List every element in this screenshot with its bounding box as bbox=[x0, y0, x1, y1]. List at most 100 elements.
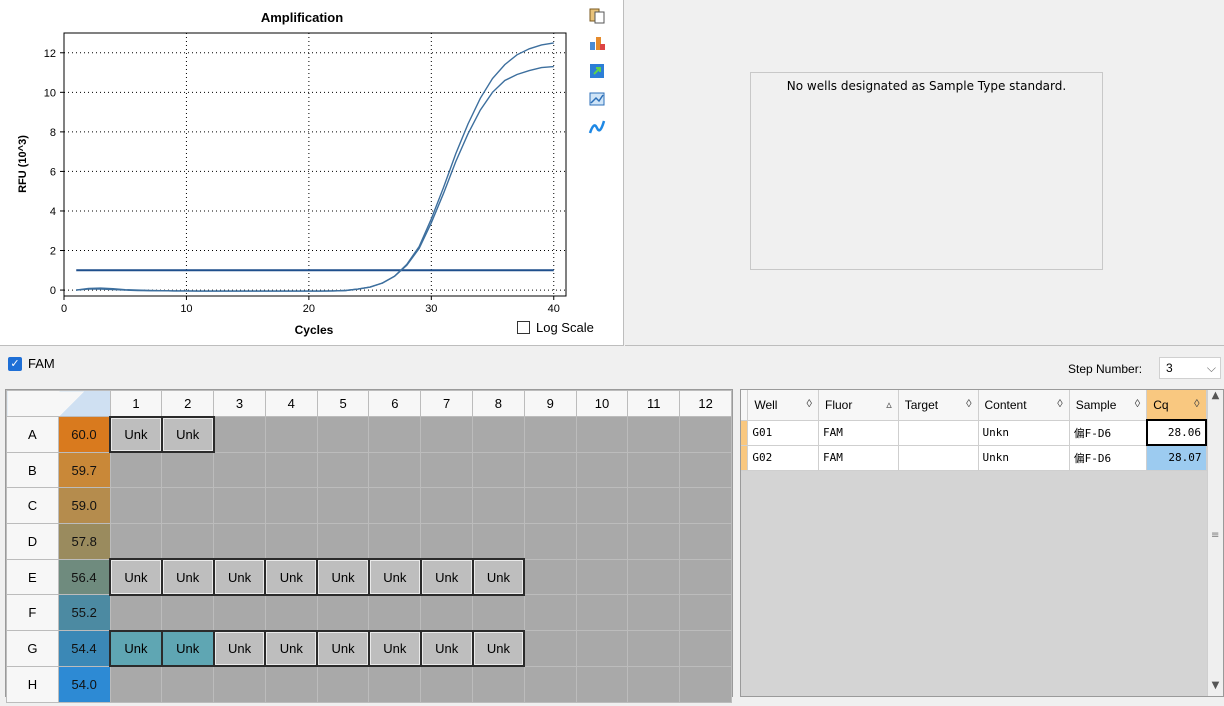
column-header-cq[interactable]: Cq ◊ bbox=[1146, 390, 1207, 421]
cell-fluor[interactable]: FAM bbox=[818, 445, 899, 471]
analysis-icon[interactable] bbox=[588, 118, 606, 136]
plate-well[interactable] bbox=[316, 665, 370, 703]
export-icon[interactable] bbox=[588, 34, 606, 52]
plate-well[interactable]: Unk bbox=[316, 558, 370, 596]
column-header-fluor[interactable]: Fluor ▵ bbox=[818, 390, 899, 421]
fluor-toggle[interactable]: ✓ FAM bbox=[8, 356, 55, 371]
plate-well[interactable] bbox=[316, 523, 370, 560]
cell-fluor[interactable]: FAM bbox=[818, 420, 899, 446]
plate-well[interactable] bbox=[523, 630, 577, 667]
plate-well[interactable] bbox=[679, 558, 732, 596]
plate-well[interactable] bbox=[109, 665, 163, 703]
well-list-scrollbar[interactable]: ▲ ≡ ▼ bbox=[1207, 390, 1223, 696]
plate-well[interactable] bbox=[368, 451, 422, 489]
sort-icon[interactable]: ◊ bbox=[1057, 398, 1062, 410]
plate-col-header[interactable]: 10 bbox=[575, 390, 629, 417]
plate-well[interactable] bbox=[472, 451, 525, 489]
plate-well[interactable]: Unk bbox=[471, 629, 526, 668]
cell-well[interactable]: G01 bbox=[747, 420, 819, 446]
plate-well[interactable] bbox=[109, 594, 163, 632]
plate-well[interactable] bbox=[523, 416, 577, 453]
cell-cq[interactable]: 28.07 bbox=[1146, 445, 1207, 471]
sort-icon[interactable]: ◊ bbox=[966, 398, 971, 410]
plate-well[interactable] bbox=[264, 487, 318, 525]
plate-col-header[interactable]: 11 bbox=[627, 390, 681, 417]
plate-well[interactable]: Unk bbox=[160, 415, 215, 454]
plate-well[interactable] bbox=[368, 416, 422, 453]
plate-well[interactable] bbox=[161, 487, 215, 525]
plate-well[interactable] bbox=[523, 558, 577, 596]
plate-well[interactable] bbox=[575, 558, 629, 596]
plate-well[interactable] bbox=[575, 630, 629, 667]
plate-well[interactable]: Unk bbox=[419, 629, 474, 668]
refresh-icon[interactable] bbox=[588, 62, 606, 80]
cell-sample[interactable]: 偏F-D6 bbox=[1069, 445, 1148, 471]
plate-well[interactable] bbox=[109, 451, 163, 489]
plate-well[interactable] bbox=[264, 665, 318, 703]
plate-well[interactable] bbox=[161, 451, 215, 489]
plate-well[interactable] bbox=[679, 523, 732, 560]
plate-well[interactable] bbox=[472, 487, 525, 525]
plate-well[interactable] bbox=[213, 451, 266, 489]
plate-well[interactable] bbox=[627, 558, 681, 596]
plate-col-header[interactable]: 2 bbox=[161, 390, 215, 417]
plate-well[interactable]: Unk bbox=[160, 558, 215, 596]
plate-well[interactable] bbox=[627, 594, 681, 632]
plate-well[interactable] bbox=[420, 594, 474, 632]
plate-col-header[interactable]: 5 bbox=[316, 390, 370, 417]
plate-well[interactable]: Unk bbox=[109, 558, 163, 596]
plate-well[interactable] bbox=[627, 523, 681, 560]
plate-well[interactable]: Unk bbox=[109, 629, 163, 668]
scroll-up-icon[interactable]: ▲ bbox=[1208, 390, 1223, 406]
plate-well[interactable] bbox=[264, 594, 318, 632]
plate-well[interactable]: Unk bbox=[471, 558, 526, 596]
plate-well[interactable] bbox=[368, 523, 422, 560]
plate-well[interactable] bbox=[316, 594, 370, 632]
plate-well[interactable] bbox=[420, 487, 474, 525]
fam-checkbox[interactable]: ✓ bbox=[8, 356, 22, 371]
plate-row-header[interactable]: C bbox=[6, 487, 59, 525]
plate-well[interactable] bbox=[575, 523, 629, 560]
plate-well[interactable] bbox=[627, 451, 681, 489]
plate-well[interactable]: Unk bbox=[367, 629, 422, 668]
plate-well[interactable] bbox=[109, 487, 163, 525]
plate-col-header[interactable]: 9 bbox=[523, 390, 577, 417]
plate-col-header[interactable]: 1 bbox=[109, 390, 163, 417]
plate-well[interactable]: Unk bbox=[264, 558, 319, 596]
plate-col-header[interactable]: 12 bbox=[679, 390, 732, 417]
plate-well[interactable] bbox=[213, 665, 266, 703]
plate-well[interactable] bbox=[472, 416, 525, 453]
chart-options-icon[interactable] bbox=[588, 90, 606, 108]
plate-well[interactable]: Unk bbox=[367, 558, 422, 596]
plate-well[interactable] bbox=[264, 451, 318, 489]
cell-target[interactable] bbox=[898, 445, 979, 471]
plate-well[interactable] bbox=[679, 594, 732, 632]
plate-well[interactable]: Unk bbox=[316, 629, 370, 668]
column-header-target[interactable]: Target ◊ bbox=[898, 390, 979, 421]
plate-well[interactable] bbox=[575, 451, 629, 489]
copy-icon[interactable] bbox=[588, 6, 606, 24]
plate-well[interactable] bbox=[213, 594, 266, 632]
plate-well[interactable] bbox=[523, 523, 577, 560]
plate-well[interactable] bbox=[679, 665, 732, 703]
column-header-well[interactable]: Well ◊ bbox=[747, 390, 819, 421]
plate-well[interactable] bbox=[420, 523, 474, 560]
column-header-sample[interactable]: Sample ◊ bbox=[1069, 390, 1148, 421]
plate-well[interactable] bbox=[316, 487, 370, 525]
plate-row-header[interactable]: G bbox=[6, 630, 59, 667]
column-header-content[interactable]: Content ◊ bbox=[978, 390, 1070, 421]
plate-well[interactable] bbox=[472, 523, 525, 560]
plate-col-header[interactable]: 6 bbox=[368, 390, 422, 417]
plate-well[interactable] bbox=[368, 594, 422, 632]
plate-well[interactable] bbox=[316, 416, 370, 453]
plate-well[interactable] bbox=[109, 523, 163, 560]
plate-well[interactable]: Unk bbox=[264, 629, 319, 668]
plate-well[interactable] bbox=[420, 416, 474, 453]
plate-well[interactable] bbox=[575, 665, 629, 703]
row-selector[interactable] bbox=[741, 445, 749, 471]
plate-well[interactable] bbox=[679, 487, 732, 525]
plate-well[interactable] bbox=[264, 416, 318, 453]
plate-row-header[interactable]: H bbox=[6, 665, 59, 703]
plate-well[interactable] bbox=[420, 665, 474, 703]
plate-well[interactable]: Unk bbox=[212, 558, 267, 596]
